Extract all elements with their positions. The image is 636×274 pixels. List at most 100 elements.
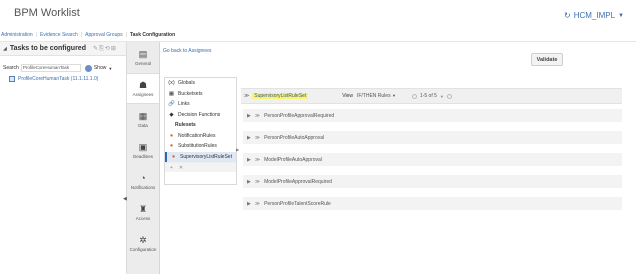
pager-value[interactable]: 1-5 of 5 — [420, 93, 437, 99]
chevron-down-icon: ▼ — [391, 93, 396, 98]
task-tree-item[interactable]: ProfileCoreHumanTask (11.1.11.1.0) — [0, 76, 126, 82]
search-input[interactable]: ProfileCoreHumanTask — [20, 64, 81, 72]
link-icon: 🔗 — [168, 101, 175, 108]
expand-triangle-icon[interactable]: ▶ — [247, 113, 251, 119]
remove-icon[interactable]: ✕ — [179, 165, 183, 171]
list-item-links[interactable]: 🔗 Links — [165, 99, 236, 110]
vertical-tabs: ▤ General ☗ Assignees ▦ Data ▣ Deadlines… — [123, 42, 160, 274]
user-icon: ↻ — [564, 11, 571, 20]
tab-label: Data — [138, 122, 148, 128]
collapse-handle-icon[interactable]: ▶ — [236, 147, 239, 152]
chevron-down-icon: ▼ — [618, 12, 624, 19]
tab-label: Notifications — [130, 184, 156, 190]
ruleset-supervisory-list[interactable]: ● SupervisoryListRuleSet — [165, 151, 236, 162]
chevron-down-icon[interactable]: ▼ — [108, 66, 112, 71]
view-label: View — [342, 93, 353, 99]
ruleset-label: NotificationRules — [178, 132, 216, 139]
list-item-label: Links — [178, 101, 190, 108]
tab-notifications[interactable]: ◔ Notifications — [127, 166, 159, 197]
nav-separator: | — [125, 32, 127, 38]
ruleset-header: ≫ SupervisoryListRuleSet View IF/THEN Ru… — [241, 88, 622, 104]
rulesets-heading: Rulesets — [175, 122, 196, 129]
panel-tools-icons[interactable]: ✎⎘⟲⊞ — [93, 45, 117, 53]
list-item-globals[interactable]: (x) Globals — [165, 78, 236, 89]
rule-name: PersonProfileAutoApproval — [264, 134, 325, 141]
app-title: BPM Worklist — [14, 7, 80, 19]
expand-triangle-icon[interactable]: ▶ — [247, 135, 251, 141]
nav-evidence-search[interactable]: Evidence Search — [40, 32, 78, 38]
list-item-label: Decision Functions — [178, 111, 221, 118]
nav-task-configuration[interactable]: Task Configuration — [130, 32, 175, 38]
expand-triangle-icon[interactable]: ▶ — [247, 157, 251, 163]
chevron-down-icon[interactable]: ≫ — [255, 179, 260, 185]
nav-administration[interactable]: Administration — [1, 32, 33, 38]
search-row: Search ProfileCoreHumanTask Show ▼ — [0, 64, 126, 72]
access-icon: ♜ — [138, 203, 148, 214]
ruleset-icon: ● — [169, 143, 174, 150]
tasks-panel-title: Tasks to be configured — [9, 45, 86, 52]
nav-approval-groups[interactable]: Approval Groups — [85, 32, 123, 38]
collapse-triangle-icon[interactable]: ◢ — [3, 46, 7, 52]
tab-deadlines[interactable]: ▣ Deadlines — [127, 135, 159, 166]
gear-icon: ✲ — [139, 234, 147, 245]
user-name: HCM_IMPL — [573, 11, 616, 20]
add-icon[interactable]: + — [170, 165, 173, 171]
nav-bar: Administration | Evidence Search | Appro… — [0, 29, 636, 42]
chevron-down-icon[interactable]: ≫ — [255, 157, 260, 163]
ruleset-notification-rules[interactable]: ● NotificationRules — [165, 131, 236, 142]
calendar-icon: ▣ — [138, 141, 148, 152]
rule-row[interactable]: ▶ ≫ PersonProfileTalentScoreRule — [243, 197, 622, 210]
expand-triangle-icon[interactable]: ▶ — [247, 179, 251, 185]
chevron-down-icon[interactable]: ≫ — [255, 201, 260, 207]
notifications-icon: ◔ — [140, 172, 146, 183]
expand-triangle-icon[interactable]: ▶ — [247, 201, 251, 207]
list-item-bucketsets[interactable]: ▦ Bucketsets — [165, 89, 236, 100]
assignees-icon: ☗ — [138, 79, 148, 90]
rule-name: ModelProfileApprovalRequired — [264, 178, 332, 185]
rule-name: ModelProfileAutoApproval — [264, 156, 322, 163]
rules-dictionary-list: (x) Globals ▦ Bucketsets 🔗 Links ◆ Decis… — [164, 77, 237, 185]
rule-row[interactable]: ▶ ≫ PersonProfileAutoApproval — [243, 131, 622, 144]
tab-label: General — [134, 60, 151, 66]
previous-page-icon[interactable] — [411, 93, 417, 99]
decision-function-icon: ◆ — [169, 111, 174, 118]
list-item-label: Globals — [178, 80, 195, 87]
chevron-down-icon[interactable]: ≫ — [255, 113, 260, 119]
tab-label: Deadlines — [132, 153, 153, 159]
tab-label: Assignees — [132, 91, 154, 97]
ruleset-icon: ● — [169, 132, 174, 139]
show-label[interactable]: Show — [94, 65, 107, 71]
rule-row[interactable]: ▶ ≫ ModelProfileApprovalRequired — [243, 175, 622, 188]
list-item-decision-functions[interactable]: ◆ Decision Functions — [165, 110, 236, 121]
tab-data[interactable]: ▦ Data — [127, 104, 159, 135]
search-label: Search — [3, 65, 19, 71]
tab-assignees[interactable]: ☗ Assignees — [127, 73, 159, 104]
chevron-down-icon[interactable]: ≫ — [255, 135, 260, 141]
rule-row[interactable]: ▶ ≫ ModelProfileAutoApproval — [243, 153, 622, 166]
back-to-assignees-link[interactable]: Go back to Assignees — [163, 48, 211, 54]
expand-arrow-icon[interactable]: ◀ — [123, 196, 127, 202]
rule-name: PersonProfileTalentScoreRule — [264, 200, 331, 207]
next-page-icon[interactable] — [446, 93, 452, 99]
tab-general[interactable]: ▤ General — [127, 42, 159, 73]
chevron-down-icon[interactable]: ≫ — [244, 93, 249, 99]
ruleset-label: SupervisoryListRuleSet — [180, 153, 232, 160]
view-select-value: IF/THEN Rules — [356, 93, 391, 99]
validate-button[interactable]: Validate — [531, 53, 563, 66]
tasks-panel: ◢ Tasks to be configured ✎⎘⟲⊞ Search Pro… — [0, 42, 127, 274]
task-tree-label: ProfileCoreHumanTask (11.1.11.1.0) — [18, 76, 99, 82]
chevron-down-icon[interactable]: ▼ — [440, 94, 444, 99]
list-toolbar: + ✕ — [165, 162, 236, 172]
ruleset-name[interactable]: SupervisoryListRuleSet — [252, 93, 309, 99]
list-item-label: Bucketsets — [178, 90, 203, 97]
view-select[interactable]: IF/THEN Rules ▼ — [357, 93, 396, 99]
rule-row[interactable]: ▶ ≫ PersonProfileApprovalRequired — [243, 109, 622, 122]
user-menu[interactable]: ↻ HCM_IMPL ▼ — [564, 11, 624, 20]
pager: 1-5 of 5 ▼ — [411, 93, 452, 99]
nav-separator: | — [35, 32, 37, 38]
tab-configuration[interactable]: ✲ Configuration — [127, 228, 159, 259]
search-go-icon[interactable] — [84, 64, 92, 72]
globals-icon: (x) — [168, 80, 175, 87]
tab-access[interactable]: ♜ Access — [127, 197, 159, 228]
ruleset-substitution-rules[interactable]: ● SubstitutionRules — [165, 141, 236, 152]
